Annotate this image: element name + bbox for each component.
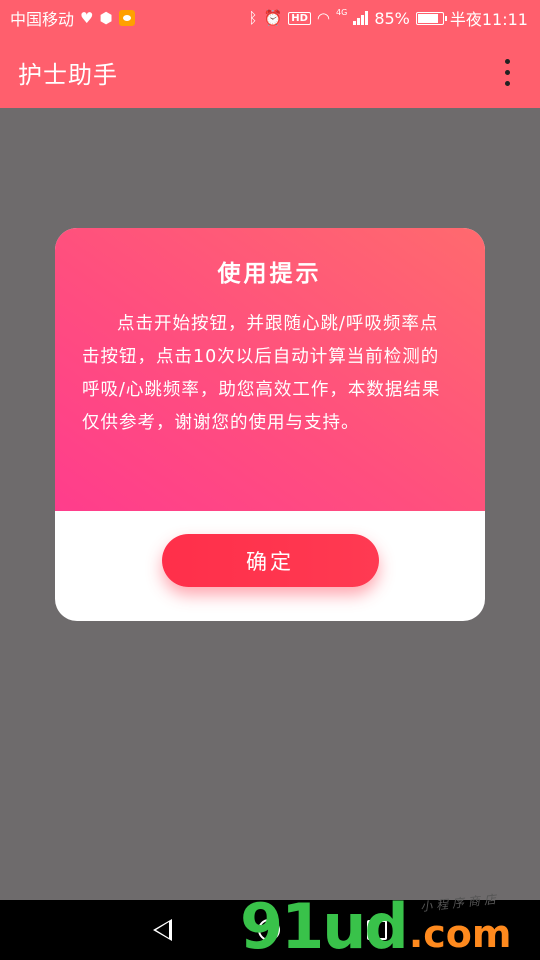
battery-fill <box>417 13 439 23</box>
status-bar: 中国移动 ♥ ⬢ ᛒ ⏰ HD ◠ 4G 85% 半夜11:11 <box>0 0 540 36</box>
mask-icon: ⬢ <box>99 8 113 27</box>
more-vert-icon[interactable] <box>497 53 518 92</box>
clock: 半夜11:11 <box>449 10 528 29</box>
heart-rate-icon: ♥ <box>80 8 94 27</box>
app-title: 护士助手 <box>18 60 118 89</box>
home-icon[interactable] <box>258 919 281 941</box>
status-left: 中国移动 ♥ ⬢ <box>10 6 135 30</box>
battery-icon <box>415 11 447 25</box>
recent-apps-icon[interactable] <box>366 920 387 940</box>
app-bar: 护士助手 <box>0 36 540 108</box>
alarm-icon: ⏰ <box>263 8 283 27</box>
carrier-name: 中国移动 <box>10 10 75 29</box>
dialog-header: 使用提示 点击开始按钮，并跟随心跳/呼吸频率点击按钮，点击10次以后自动计算当前… <box>55 228 485 511</box>
dialog-message: 点击开始按钮，并跟随心跳/呼吸频率点击按钮，点击10次以后自动计算当前检测的呼吸… <box>82 314 441 433</box>
signal-icon <box>353 11 369 25</box>
back-icon[interactable] <box>153 919 173 941</box>
weibo-icon <box>118 10 135 26</box>
usage-tip-dialog: 使用提示 点击开始按钮，并跟随心跳/呼吸频率点击按钮，点击10次以后自动计算当前… <box>55 228 485 621</box>
wifi-icon: ◠ <box>316 8 331 27</box>
dialog-footer: 确定 <box>55 511 485 621</box>
network-type-label: 4G <box>336 8 348 17</box>
battery-percent: 85% <box>374 8 410 28</box>
dialog-title: 使用提示 <box>217 261 322 287</box>
hd-icon: HD <box>288 11 311 25</box>
navigation-bar <box>0 900 540 960</box>
bluetooth-icon: ᛒ <box>248 8 258 27</box>
confirm-button[interactable]: 确定 <box>161 534 379 587</box>
status-right: ᛒ ⏰ HD ◠ 4G 85% 半夜11:11 <box>249 6 528 30</box>
